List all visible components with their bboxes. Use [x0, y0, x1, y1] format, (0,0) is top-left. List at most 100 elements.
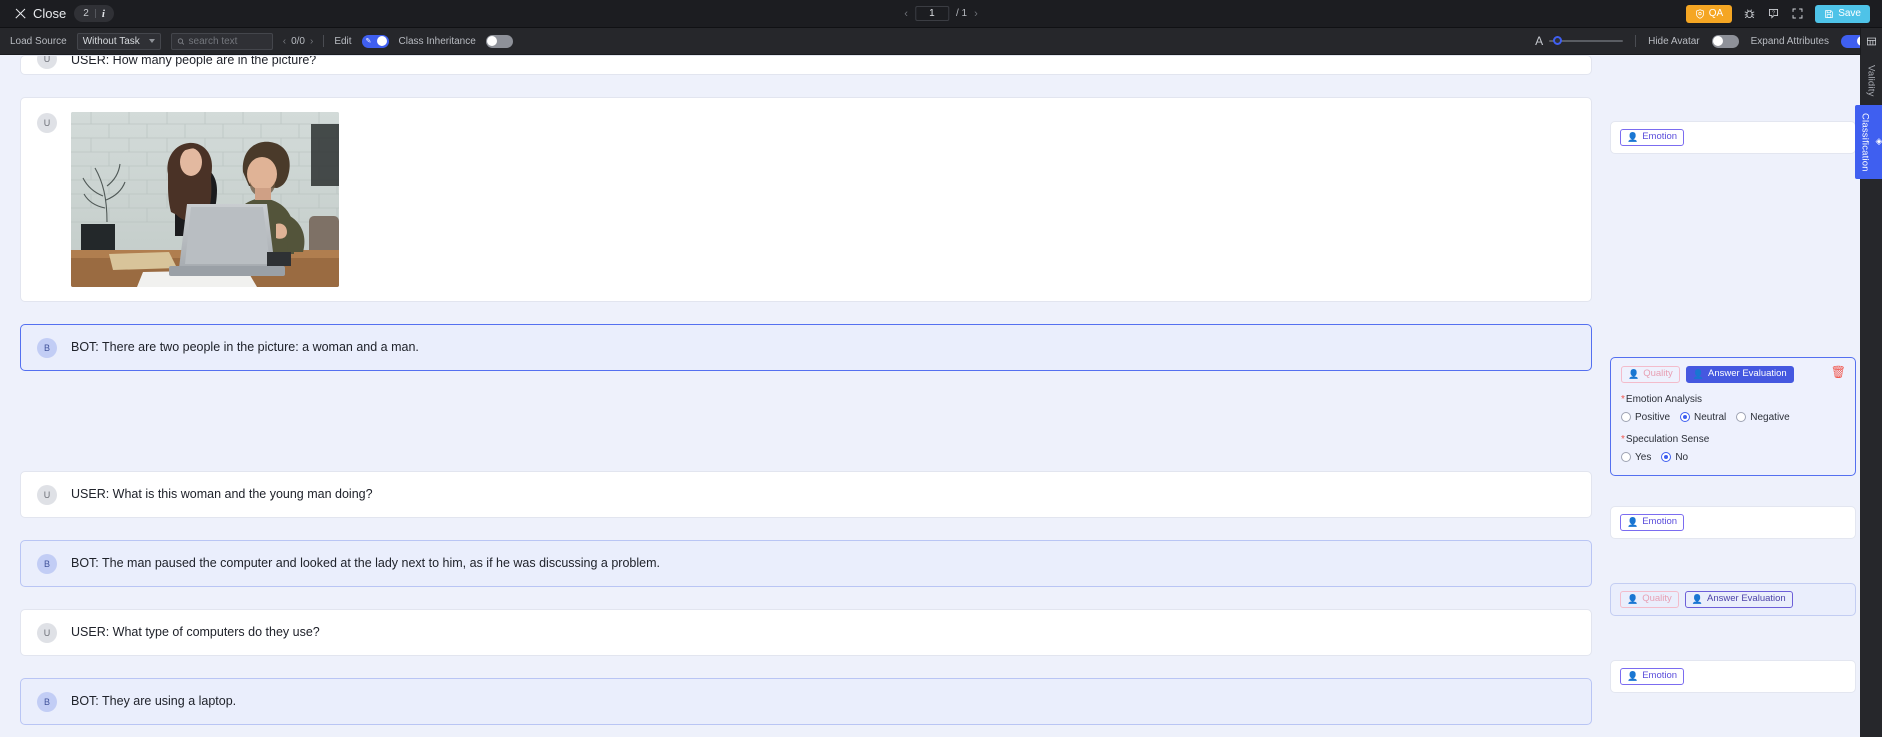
radio-label: No [1675, 451, 1689, 463]
annotation-card[interactable]: 👤 Emotion [1610, 505, 1856, 539]
tag-emotion[interactable]: 👤 Emotion [1620, 513, 1685, 531]
radio-dot [1736, 412, 1747, 423]
bug-icon[interactable] [1743, 7, 1756, 20]
message-gap [20, 393, 1592, 471]
rail-tab-label: Validity [1865, 65, 1877, 97]
tag-emotion[interactable]: 👤 Emotion [1620, 667, 1685, 685]
qa-button-label: QA [1708, 8, 1724, 19]
message-row[interactable]: B BOT: The man paused the computer and l… [20, 540, 1592, 587]
page-number-input[interactable] [914, 6, 949, 21]
rail-tab-label: Classification [1859, 112, 1871, 172]
workspace: U USER: How many people are in the pictu… [0, 55, 1882, 737]
radio-option-yes[interactable]: Yes [1621, 452, 1651, 463]
qa-button[interactable]: QA [1685, 4, 1733, 23]
match-count-label: 0/0 [291, 35, 305, 47]
tag-quality[interactable]: 👤 Quality [1620, 590, 1679, 608]
tag-quality[interactable]: 👤 Quality [1621, 365, 1680, 383]
annotation-card-expanded[interactable]: 🗑 👤 Quality 👤 Answer Evaluation * Emotion… [1610, 356, 1856, 476]
save-button-label: Save [1838, 8, 1861, 19]
photo-illustration [71, 112, 339, 287]
chevron-right-icon[interactable]: › [974, 8, 978, 20]
right-rail: Validity ◈ Classification [1855, 55, 1882, 737]
radio-option-negative[interactable]: Negative [1736, 412, 1790, 423]
toggle-knob [487, 36, 498, 46]
page-total-label: / 1 [955, 8, 968, 19]
message-row[interactable]: U USER: What is this woman and the young… [20, 471, 1592, 518]
expand-icon[interactable] [1791, 7, 1804, 20]
annotation-card[interactable]: 👤 Quality 👤 Answer Evaluation [1610, 582, 1856, 616]
edit-toggle[interactable]: ✎ [361, 34, 389, 48]
tag-answer-evaluation[interactable]: 👤 Answer Evaluation [1685, 365, 1794, 383]
rail-tab-validity[interactable]: Validity [1862, 57, 1881, 105]
font-size-slider[interactable] [1549, 36, 1624, 45]
info-icon[interactable]: i [102, 8, 105, 20]
panel-table-icon[interactable] [1860, 28, 1882, 55]
required-asterisk: * [1621, 433, 1625, 445]
person-tag-icon: 👤 [1627, 594, 1639, 605]
chevron-left-icon[interactable]: ‹ [904, 8, 908, 20]
conversation-list: U USER: How many people are in the pictu… [0, 55, 1610, 737]
search-icon [177, 37, 184, 45]
slider-thumb[interactable] [1553, 36, 1563, 45]
message-row[interactable]: B BOT: There are two people in the pictu… [20, 324, 1592, 371]
load-source-label: Load Source [10, 35, 67, 47]
message-row[interactable]: B BOT: They are using a laptop. [20, 678, 1592, 725]
font-size-slider-group: A [1535, 34, 1624, 48]
search-input[interactable] [188, 35, 267, 47]
avatar: U [37, 56, 57, 69]
font-size-icon: A [1535, 34, 1544, 48]
radio-option-neutral[interactable]: Neutral [1680, 412, 1726, 423]
trash-icon[interactable]: 🗑 [1831, 366, 1846, 378]
secondary-toolbar: Load Source Without Task ‹ 0/0 › Edit ✎ … [0, 28, 1882, 55]
person-tag-icon: 👤 [1627, 670, 1639, 681]
tag-emotion[interactable]: 👤 Emotion [1620, 129, 1685, 146]
person-tag-icon: 👤 [1627, 517, 1639, 528]
tag-answer-evaluation[interactable]: 👤 Answer Evaluation [1684, 590, 1793, 608]
top-bar: Close 2 i ‹ / 1 › QA [0, 0, 1882, 28]
field-label-text: Speculation Sense [1625, 433, 1710, 445]
hide-avatar-toggle[interactable] [1711, 34, 1739, 48]
avatar: B [37, 554, 57, 574]
person-tag-icon: 👤 [1692, 369, 1705, 380]
chevron-down-icon [148, 39, 155, 43]
radio-label: Neutral [1694, 411, 1727, 423]
radio-option-positive[interactable]: Positive [1621, 412, 1670, 423]
radio-option-no[interactable]: No [1661, 452, 1688, 463]
rail-tab-classification[interactable]: ◈ Classification [1855, 104, 1882, 180]
save-button[interactable]: Save [1815, 4, 1870, 23]
tag-row: 👤 Quality 👤 Answer Evaluation [1621, 365, 1845, 383]
person-tag-icon: 👤 [1691, 594, 1704, 605]
message-row[interactable]: U USER: What type of computers do they u… [20, 609, 1592, 656]
message-row[interactable]: U USER: How many people are in the pictu… [20, 55, 1592, 75]
avatar: B [37, 692, 57, 712]
load-source-value: Without Task [82, 35, 140, 47]
field-label-text: Emotion Analysis [1625, 393, 1703, 405]
floppy-disk-icon [1825, 9, 1834, 18]
expand-attributes-label: Expand Attributes [1750, 35, 1829, 47]
badge-divider [94, 9, 96, 18]
class-inheritance-toggle[interactable] [485, 34, 513, 48]
radio-label: Yes [1635, 451, 1652, 463]
message-image[interactable] [71, 112, 339, 287]
radio-group-speculation-sense: Yes No [1621, 452, 1845, 463]
person-tag-icon: 👤 [1627, 132, 1639, 143]
tag-label: Quality [1643, 367, 1673, 379]
layers-icon: ◈ [1875, 136, 1882, 147]
avatar: U [37, 485, 57, 505]
search-input-wrapper[interactable] [170, 32, 273, 50]
annotation-card[interactable]: 👤 Emotion [1610, 121, 1856, 154]
tag-label: Answer Evaluation [1708, 367, 1787, 379]
pagination: ‹ / 1 › [904, 6, 978, 21]
annotation-card[interactable]: 👤 Emotion [1610, 659, 1856, 693]
count-info-badge[interactable]: 2 i [74, 5, 114, 22]
help-circle-icon[interactable]: ? [1767, 7, 1780, 20]
close-button-label: Close [33, 6, 67, 21]
match-prev-icon[interactable]: ‹ [283, 36, 286, 47]
tag-label: Emotion [1642, 131, 1678, 142]
load-source-select[interactable]: Without Task [76, 32, 161, 50]
radio-label: Positive [1635, 411, 1671, 423]
close-button[interactable]: Close [14, 6, 66, 21]
message-row-image[interactable]: U [20, 97, 1592, 302]
match-next-icon[interactable]: › [310, 36, 313, 47]
message-text: BOT: They are using a laptop. [71, 694, 237, 708]
